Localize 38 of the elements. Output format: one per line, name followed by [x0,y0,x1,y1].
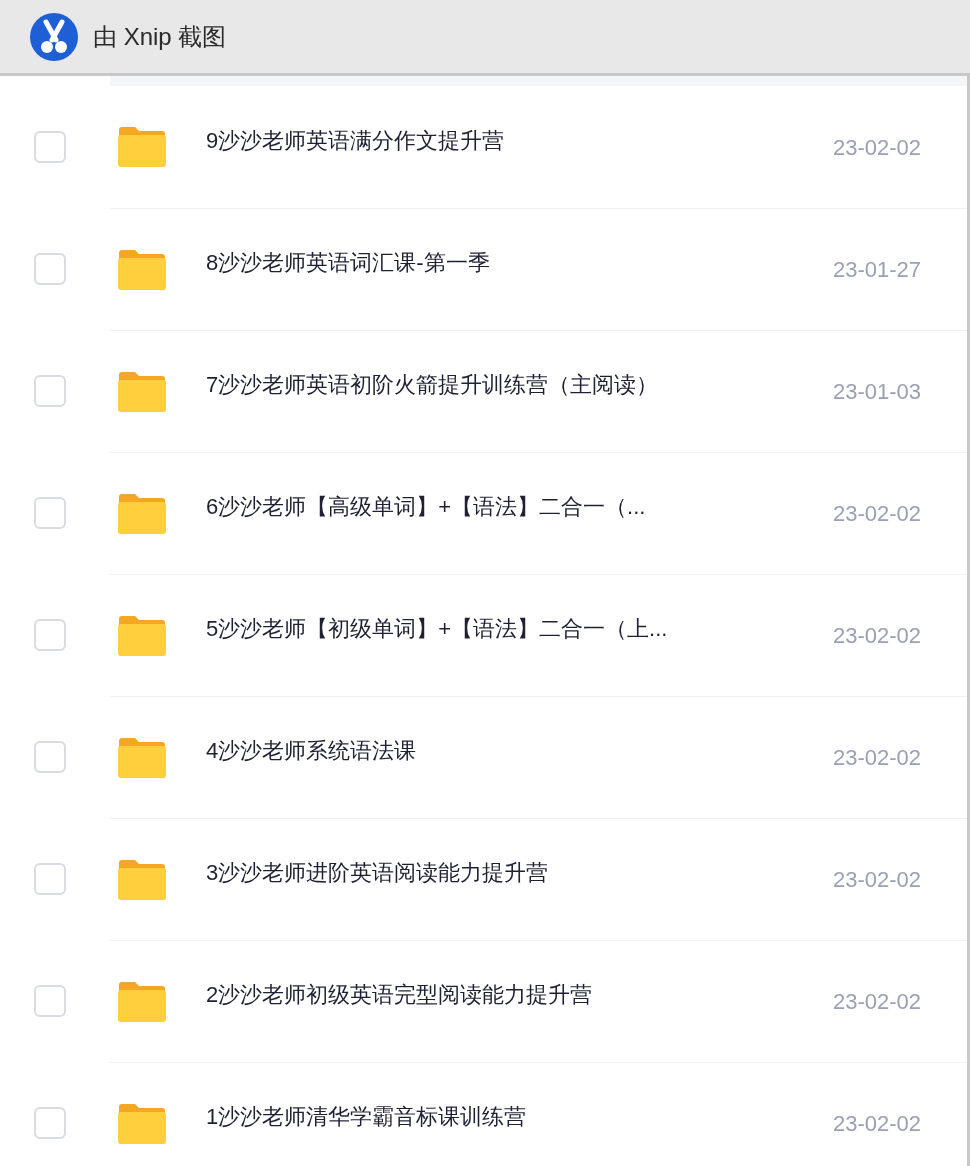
folder-icon [117,492,167,535]
folder-name[interactable]: 3沙沙老师进阶英语阅读能力提升营 [206,856,823,889]
scissors-logo-icon [29,11,79,62]
checkbox[interactable] [34,1107,66,1139]
folder-icon [117,1102,167,1145]
checkbox[interactable] [34,253,66,285]
checkbox[interactable] [34,985,66,1017]
folder-name[interactable]: 6沙沙老师【高级单词】+【语法】二合一（... [206,490,823,523]
folder-icon [117,858,167,901]
folder-icon [117,980,167,1023]
folder-name[interactable]: 2沙沙老师初级英语完型阅读能力提升营 [206,978,823,1011]
folder-icon [117,614,167,657]
date-text: 23-02-02 [831,1110,922,1138]
folder-icon [117,248,167,291]
date-text: 23-02-02 [831,988,922,1016]
date-text: 23-01-27 [831,256,922,284]
folder-name[interactable]: 1沙沙老师清华学霸音标课训练营 [206,1100,823,1133]
checkbox[interactable] [34,863,66,895]
date-text: 23-02-02 [831,622,922,650]
folder-name[interactable]: 8沙沙老师英语词汇课-第一季 [206,246,823,279]
checkbox[interactable] [34,131,66,163]
date-text: 23-02-02 [831,866,922,894]
folder-name[interactable]: 7沙沙老师英语初阶火箭提升训练营（主阅读） [206,368,823,401]
date-text: 23-02-02 [831,744,922,772]
folder-icon [117,736,167,779]
date-text: 23-02-02 [831,133,922,162]
folder-icon [117,370,167,413]
checkbox[interactable] [34,741,66,773]
date-text: 23-02-02 [831,500,922,528]
checkbox[interactable] [34,375,66,407]
folder-name[interactable]: 4沙沙老师系统语法课 [206,734,823,767]
folder-icon [117,126,167,168]
date-text: 23-01-03 [831,378,922,406]
window-title: 由 Xnip 截图 [93,21,227,52]
folder-name[interactable]: 5沙沙老师【初级单词】+【语法】二合一（上... [206,612,823,645]
folder-name[interactable]: 9沙沙老师英语满分作文提升营 [206,123,823,157]
checkbox[interactable] [34,497,66,529]
checkbox[interactable] [34,619,66,651]
